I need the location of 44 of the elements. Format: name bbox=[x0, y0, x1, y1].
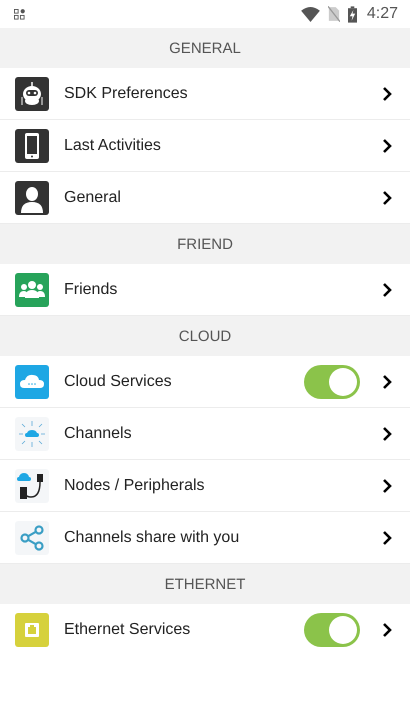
phone-icon bbox=[15, 128, 49, 162]
chevron-right-icon bbox=[382, 530, 392, 546]
row-label: Nodes / Peripherals bbox=[64, 476, 206, 494]
row-label: SDK Preferences bbox=[64, 84, 189, 102]
robot-icon bbox=[15, 76, 49, 110]
chevron-right-icon bbox=[382, 478, 392, 494]
row-label: General bbox=[64, 188, 122, 206]
settings-row[interactable]: SDK Preferences bbox=[0, 68, 410, 120]
clock-time: 4:27 bbox=[366, 5, 398, 23]
toggle-switch[interactable] bbox=[304, 364, 360, 398]
chevron-right-icon bbox=[382, 190, 392, 206]
toggle-switch[interactable] bbox=[304, 612, 360, 646]
chevron-right-icon bbox=[382, 282, 392, 298]
row-label: Last Activities bbox=[64, 136, 162, 154]
battery-charging-icon bbox=[348, 6, 357, 22]
section-header: CLOUD bbox=[0, 316, 410, 356]
settings-row[interactable]: Last Activities bbox=[0, 120, 410, 172]
row-label: Friends bbox=[64, 280, 118, 298]
chevron-right-icon bbox=[382, 622, 392, 638]
people-icon bbox=[15, 272, 49, 306]
cloud-arrows-icon bbox=[15, 416, 49, 450]
row-label: Cloud Services bbox=[64, 372, 173, 390]
settings-row[interactable]: Channels bbox=[0, 408, 410, 460]
cloud-icon bbox=[15, 364, 49, 398]
cloud-plug-icon bbox=[15, 468, 49, 502]
row-label: Ethernet Services bbox=[64, 620, 192, 638]
section-header: GENERAL bbox=[0, 28, 410, 68]
chevron-right-icon bbox=[382, 86, 392, 102]
section-header: ETHERNET bbox=[0, 564, 410, 604]
ethernet-port-icon bbox=[15, 612, 49, 646]
chevron-right-icon bbox=[382, 138, 392, 154]
settings-row[interactable]: Ethernet Services bbox=[0, 604, 410, 655]
chevron-right-icon bbox=[382, 374, 392, 390]
section-header: FRIEND bbox=[0, 224, 410, 264]
notification-icon bbox=[14, 8, 25, 20]
person-icon bbox=[15, 180, 49, 214]
wifi-icon bbox=[300, 6, 320, 22]
row-label: Channels bbox=[64, 424, 133, 442]
no-sim-icon bbox=[328, 6, 340, 22]
chevron-right-icon bbox=[382, 426, 392, 442]
settings-row[interactable]: Cloud Services bbox=[0, 356, 410, 408]
settings-row[interactable]: Nodes / Peripherals bbox=[0, 460, 410, 512]
row-label: Channels share with you bbox=[64, 528, 240, 546]
share-icon bbox=[15, 520, 49, 554]
